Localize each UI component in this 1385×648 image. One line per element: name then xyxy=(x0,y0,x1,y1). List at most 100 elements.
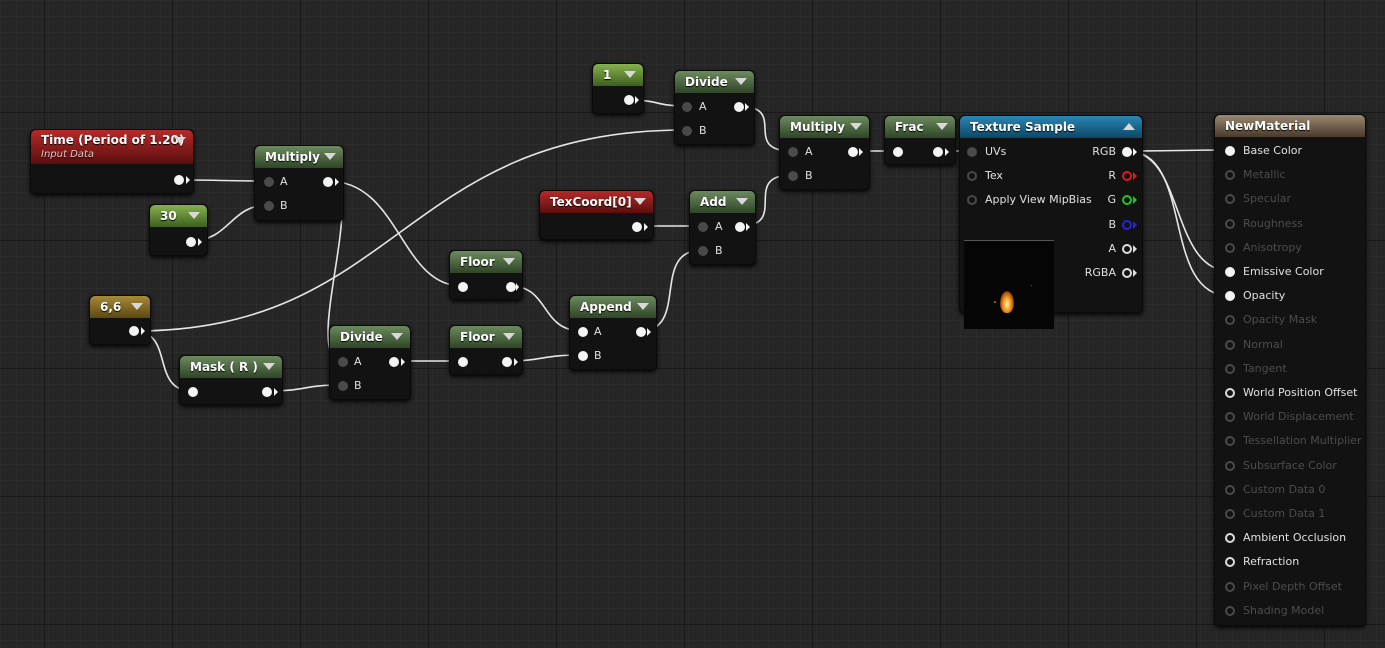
material-input-pin[interactable] xyxy=(1225,315,1235,326)
chevron-down-icon[interactable] xyxy=(131,303,143,310)
material-input-pin[interactable] xyxy=(1225,581,1235,592)
constant-6-6-node[interactable]: 6,6 xyxy=(89,295,151,345)
constant-6-6-header[interactable]: 6,6 xyxy=(90,296,150,318)
texture-tex-pin[interactable] xyxy=(967,171,977,181)
texture-rgb-pin[interactable] xyxy=(1122,147,1132,157)
chevron-up-icon[interactable] xyxy=(1123,123,1135,130)
material-input-pin[interactable] xyxy=(1225,291,1235,302)
chevron-down-icon[interactable] xyxy=(188,212,200,219)
chevron-down-icon[interactable] xyxy=(324,153,336,160)
multiply-node-1-header[interactable]: Multiply xyxy=(255,146,343,168)
multiply-node-2-input-b-pin[interactable] xyxy=(788,171,798,181)
constant-30-header[interactable]: 30 xyxy=(150,205,207,227)
divide-node-1-output-pin[interactable] xyxy=(389,357,399,367)
multiply-node-2-output-pin[interactable] xyxy=(848,147,858,157)
multiply-node-2-header[interactable]: Multiply xyxy=(780,116,869,138)
constant-30-output-pin[interactable] xyxy=(186,237,196,247)
texcoord-header[interactable]: TexCoord[0] xyxy=(540,191,653,213)
material-input-pin[interactable] xyxy=(1225,436,1235,447)
divide-node-1[interactable]: Divide A B xyxy=(329,325,411,400)
multiply-node-2-input-a-pin[interactable] xyxy=(788,147,798,157)
material-result-header[interactable]: NewMaterial xyxy=(1215,115,1365,137)
chevron-down-icon[interactable] xyxy=(263,363,275,370)
floor-node-2-input-pin[interactable] xyxy=(458,357,468,367)
material-input-pin[interactable] xyxy=(1225,146,1235,156)
floor-node-1-output-pin[interactable] xyxy=(506,282,516,292)
time-node-header[interactable]: Time (Period of 1.20) Input Data xyxy=(31,130,193,164)
mask-r-node[interactable]: Mask ( R ) xyxy=(179,355,283,405)
frac-node[interactable]: Frac xyxy=(884,115,956,165)
texture-rgba-pin[interactable] xyxy=(1122,268,1132,278)
texcoord-node[interactable]: TexCoord[0] xyxy=(539,190,654,240)
chevron-down-icon[interactable] xyxy=(637,303,649,310)
divide-node-1-input-a-pin[interactable] xyxy=(338,357,348,367)
mask-r-output-pin[interactable] xyxy=(262,387,272,397)
material-input-pin[interactable] xyxy=(1225,484,1235,495)
material-result-node[interactable]: NewMaterial Base Color Metallic Specular Ro… xyxy=(1214,114,1366,626)
add-node-input-b-pin[interactable] xyxy=(698,246,708,256)
divide-node-1-input-b-pin[interactable] xyxy=(338,381,348,391)
material-input-pin[interactable] xyxy=(1225,339,1235,350)
material-input-pin[interactable] xyxy=(1225,557,1235,568)
constant-6-6-output-pin[interactable] xyxy=(129,326,139,336)
material-input-pin[interactable] xyxy=(1225,460,1235,471)
material-input-pin[interactable] xyxy=(1225,605,1235,616)
material-input-pin[interactable] xyxy=(1225,170,1235,181)
append-node-input-a-pin[interactable] xyxy=(578,327,588,337)
add-node-header[interactable]: Add xyxy=(690,191,755,213)
multiply-node-1-output-pin[interactable] xyxy=(323,177,333,187)
texture-sample-header[interactable]: Texture Sample xyxy=(960,116,1142,138)
append-node-header[interactable]: Append xyxy=(570,296,656,318)
chevron-down-icon[interactable] xyxy=(174,137,186,144)
multiply-node-1-input-b-pin[interactable] xyxy=(264,201,274,211)
divide-node-2[interactable]: Divide A B xyxy=(674,70,755,145)
chevron-down-icon[interactable] xyxy=(936,123,948,130)
multiply-node-1-input-a-pin[interactable] xyxy=(264,177,274,187)
multiply-node-1[interactable]: Multiply A B xyxy=(254,145,344,221)
texture-uvs-pin[interactable] xyxy=(967,147,977,157)
material-input-pin[interactable] xyxy=(1225,533,1235,544)
divide-node-1-header[interactable]: Divide xyxy=(330,326,410,348)
texcoord-output-pin[interactable] xyxy=(632,222,642,232)
chevron-down-icon[interactable] xyxy=(735,78,747,85)
chevron-down-icon[interactable] xyxy=(503,333,515,340)
add-node-input-a-pin[interactable] xyxy=(698,222,708,232)
divide-node-2-input-a-pin[interactable] xyxy=(682,102,692,112)
constant-1-node[interactable]: 1 xyxy=(592,63,644,114)
floor-node-2-output-pin[interactable] xyxy=(502,357,512,367)
time-output-pin[interactable] xyxy=(174,175,184,185)
multiply-node-2[interactable]: Multiply A B xyxy=(779,115,870,190)
chevron-down-icon[interactable] xyxy=(503,258,515,265)
material-input-pin[interactable] xyxy=(1225,242,1235,253)
texture-a-pin[interactable] xyxy=(1122,244,1132,254)
texture-sample-node[interactable]: Texture Sample UVs Tex Apply View MipBia… xyxy=(959,115,1143,329)
mask-r-header[interactable]: Mask ( R ) xyxy=(180,356,282,378)
divide-node-2-output-pin[interactable] xyxy=(734,102,744,112)
material-input-pin[interactable] xyxy=(1225,412,1235,423)
material-input-pin[interactable] xyxy=(1225,363,1235,374)
material-input-pin[interactable] xyxy=(1225,388,1235,398)
material-input-pin[interactable] xyxy=(1225,509,1235,519)
material-input-pin[interactable] xyxy=(1225,218,1235,229)
append-node[interactable]: Append A B xyxy=(569,295,657,370)
frac-node-input-pin[interactable] xyxy=(893,147,903,157)
floor-node-1-header[interactable]: Floor xyxy=(450,251,522,273)
divide-node-2-header[interactable]: Divide xyxy=(675,71,754,93)
append-node-input-b-pin[interactable] xyxy=(578,351,588,361)
texture-mipbias-pin[interactable] xyxy=(967,195,977,205)
texture-r-pin[interactable] xyxy=(1122,171,1132,181)
mask-r-input-pin[interactable] xyxy=(188,387,198,397)
texture-g-pin[interactable] xyxy=(1122,195,1132,205)
frac-node-header[interactable]: Frac xyxy=(885,116,955,138)
floor-node-2[interactable]: Floor xyxy=(449,325,523,375)
chevron-down-icon[interactable] xyxy=(634,198,646,205)
constant-30-node[interactable]: 30 xyxy=(149,204,208,256)
add-node[interactable]: Add A B xyxy=(689,190,756,265)
floor-node-2-header[interactable]: Floor xyxy=(450,326,522,348)
add-node-output-pin[interactable] xyxy=(735,222,745,232)
chevron-down-icon[interactable] xyxy=(391,333,403,340)
floor-node-1[interactable]: Floor xyxy=(449,250,523,300)
divide-node-2-input-b-pin[interactable] xyxy=(682,126,692,136)
floor-node-1-input-pin[interactable] xyxy=(458,282,468,292)
append-node-output-pin[interactable] xyxy=(636,327,646,337)
